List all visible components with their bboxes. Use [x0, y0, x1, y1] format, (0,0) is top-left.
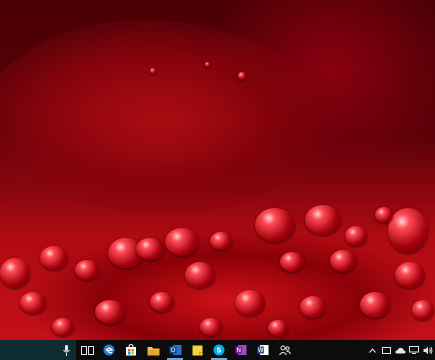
water-drop	[280, 252, 304, 272]
water-drop	[238, 72, 246, 80]
water-drop	[200, 318, 222, 336]
water-drop	[388, 208, 428, 253]
water-drop	[330, 250, 356, 272]
onenote-icon[interactable]: N	[230, 340, 252, 360]
water-drop	[185, 262, 215, 288]
water-drop	[136, 238, 164, 260]
file-explorer-icon[interactable]	[142, 340, 164, 360]
water-drop	[0, 258, 30, 288]
water-drop	[360, 292, 390, 318]
water-drop	[375, 207, 393, 223]
water-drop	[75, 260, 99, 280]
water-drop	[165, 228, 199, 256]
onedrive-icon[interactable]	[393, 340, 407, 360]
microphone-icon[interactable]	[60, 340, 72, 360]
water-drop	[40, 246, 68, 270]
word-icon[interactable]: W	[252, 340, 274, 360]
taskbar: O S N W	[0, 340, 435, 360]
water-drop	[300, 296, 326, 318]
chevron-up-icon[interactable]	[365, 340, 379, 360]
search-box[interactable]	[0, 340, 76, 360]
svg-text:W: W	[258, 347, 264, 354]
edge-icon[interactable]	[98, 340, 120, 360]
people-icon[interactable]	[274, 340, 296, 360]
network-icon[interactable]	[407, 340, 421, 360]
screen-icon[interactable]	[379, 340, 393, 360]
water-drop	[52, 318, 74, 336]
water-drop	[345, 226, 367, 246]
svg-text:N: N	[236, 347, 241, 354]
water-drop	[305, 205, 341, 235]
skype-icon[interactable]: S	[208, 340, 230, 360]
water-drop	[235, 290, 265, 316]
svg-text:O: O	[170, 347, 175, 354]
water-drop	[150, 292, 174, 312]
outlook-icon[interactable]: O	[164, 340, 186, 360]
water-drop	[268, 320, 288, 336]
task-view-icon[interactable]	[76, 340, 98, 360]
water-drop	[255, 208, 295, 242]
water-drop	[95, 300, 125, 324]
water-drop	[205, 62, 210, 67]
water-drop	[412, 300, 434, 320]
volume-icon[interactable]	[421, 340, 435, 360]
desktop-wallpaper	[0, 0, 435, 340]
store-icon[interactable]	[120, 340, 142, 360]
water-drop	[395, 262, 425, 288]
water-drop	[20, 292, 46, 314]
system-tray	[365, 340, 435, 360]
svg-text:S: S	[216, 347, 221, 355]
water-drop	[150, 68, 156, 74]
sticky-notes-icon[interactable]	[186, 340, 208, 360]
water-drop	[210, 232, 232, 250]
